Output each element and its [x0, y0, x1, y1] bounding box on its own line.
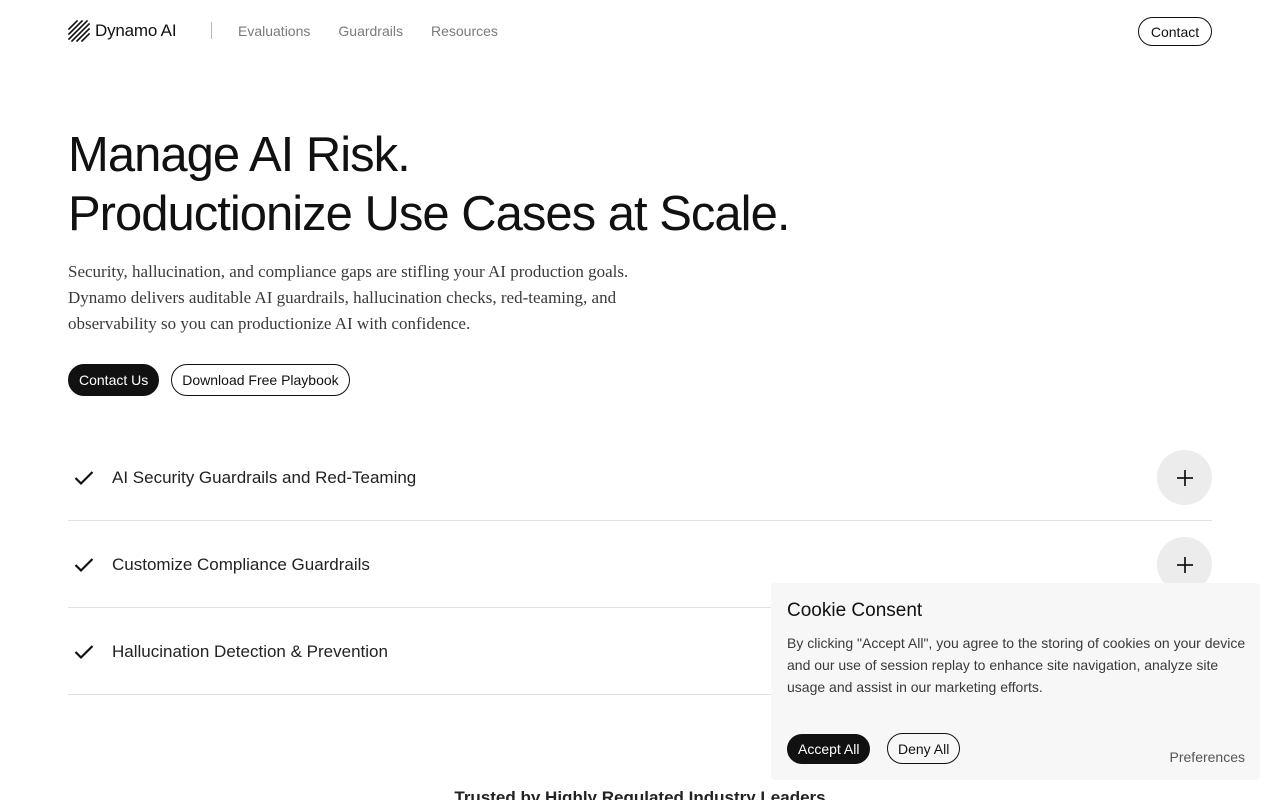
nav-link-evaluations[interactable]: Evaluations [238, 22, 310, 40]
logo-text: Dynamo AI [95, 21, 177, 40]
check-icon [74, 558, 94, 573]
cookie-text: By clicking "Accept All", you agree to t… [787, 635, 1246, 695]
accordion-label: Customize Compliance Guardrails [112, 555, 370, 574]
accept-all-button[interactable]: Accept All [787, 734, 871, 764]
deny-all-button[interactable]: Deny All [887, 733, 961, 764]
dynamo-logo-icon [68, 20, 90, 42]
plus-icon [1176, 469, 1193, 486]
plus-icon [1176, 556, 1193, 573]
accordion-label: AI Security Guardrails and Red-Teaming [112, 468, 417, 487]
preferences-link[interactable]: Preferences [1170, 748, 1245, 766]
cookie-title: Cookie Consent [787, 600, 923, 621]
cookie-consent-dialog: Cookie Consent By clicking "Accept All",… [771, 583, 1260, 780]
site-header: Dynamo AI Evaluations Guardrails Resourc… [0, 0, 1280, 62]
hero-title-line-1: Manage AI Risk. [68, 128, 411, 182]
hero-subtitle: Security, hallucination, and compliance … [68, 262, 629, 333]
download-playbook-button[interactable]: Download Free Playbook [171, 364, 350, 396]
contact-us-button[interactable]: Contact Us [68, 364, 160, 396]
accordion-label: Hallucination Detection & Prevention [112, 642, 388, 661]
header-contact-button[interactable]: Contact [1138, 17, 1212, 46]
accordion-item-security[interactable]: AI Security Guardrails and Red-Teaming [68, 434, 1212, 521]
expand-toggle-button[interactable] [1157, 450, 1212, 505]
nav-divider [211, 22, 212, 39]
trusted-heading: Trusted by Highly Regulated Industry Lea… [454, 788, 826, 800]
logo[interactable]: Dynamo AI [68, 20, 177, 42]
hero-title-line-2: Productionize Use Cases at Scale. [68, 187, 790, 241]
nav-link-guardrails[interactable]: Guardrails [338, 22, 403, 40]
hero-cta-group: Contact Us Download Free Playbook [68, 364, 350, 396]
hero-title: Manage AI Risk. Productionize Use Cases … [68, 126, 968, 244]
check-icon [74, 471, 94, 486]
check-icon [74, 645, 94, 660]
nav-link-resources[interactable]: Resources [431, 22, 498, 40]
main-nav: Evaluations Guardrails Resources [238, 22, 498, 40]
